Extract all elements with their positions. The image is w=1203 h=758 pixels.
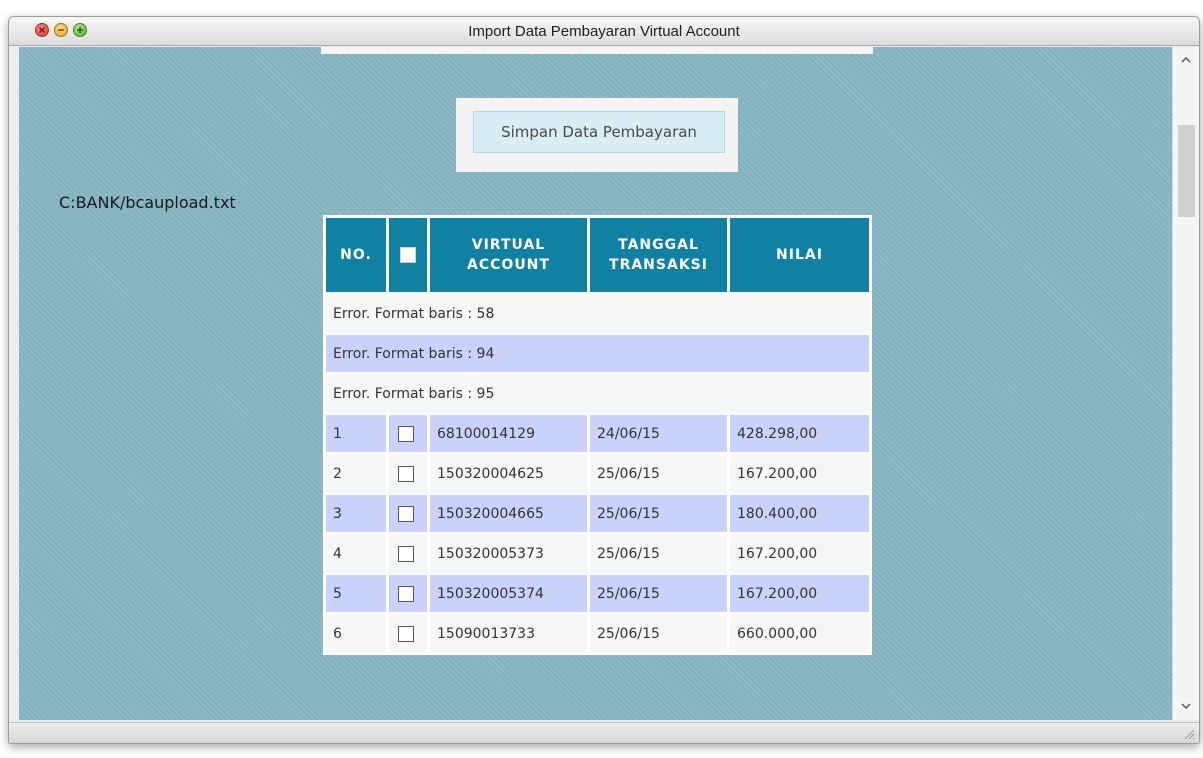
row-amount: 660.000,00 (727, 612, 872, 655)
col-header-nilai: NILAI (727, 215, 872, 295)
error-message: Error. Format baris : 58 (323, 292, 872, 335)
row-date: 25/06/15 (587, 612, 730, 655)
row-checkbox[interactable] (398, 465, 414, 482)
row-select-cell (386, 492, 430, 535)
row-virtual-account: 15090013733 (427, 612, 590, 655)
row-checkbox[interactable] (398, 425, 414, 442)
error-message: Error. Format baris : 94 (323, 332, 872, 375)
row-no: 6 (323, 612, 389, 655)
resize-grip-icon[interactable] (1181, 726, 1195, 740)
row-date: 25/06/15 (587, 452, 730, 495)
row-no: 1 (323, 412, 389, 455)
col-header-virtual-account: VIRTUAL ACCOUNT (427, 215, 590, 295)
save-panel: Simpan Data Pembayaran (456, 98, 738, 172)
col-header-tanggal-line1: TANGGAL (618, 237, 699, 253)
row-amount: 167.200,00 (727, 572, 872, 615)
scrollbar-thumb[interactable] (1178, 125, 1195, 217)
error-message: Error. Format baris : 95 (323, 372, 872, 415)
payment-table: NO. VIRTUAL ACCOUNT TANGGAL TRANSAKSI NI… (323, 215, 872, 655)
table-header-row: NO. VIRTUAL ACCOUNT TANGGAL TRANSAKSI NI… (323, 215, 872, 295)
table-row: 3 150320004665 25/06/15 180.400,00 (323, 492, 872, 535)
title-bar[interactable]: Import Data Pembayaran Virtual Account (9, 17, 1199, 46)
col-header-tanggal: TANGGAL TRANSAKSI (587, 215, 730, 295)
row-virtual-account: 150320004625 (427, 452, 590, 495)
row-checkbox[interactable] (398, 545, 414, 562)
col-header-va-line1: VIRTUAL (471, 237, 546, 253)
row-amount: 167.200,00 (727, 532, 872, 575)
table-row: 2 150320004625 25/06/15 167.200,00 (323, 452, 872, 495)
table-row: 4 150320005373 25/06/15 167.200,00 (323, 532, 872, 575)
error-row: Error. Format baris : 95 (323, 372, 872, 415)
row-no: 2 (323, 452, 389, 495)
content-area: Simpan Data Pembayaran C:BANK/bcaupload.… (19, 47, 1172, 720)
row-date: 24/06/15 (587, 412, 730, 455)
row-no: 5 (323, 572, 389, 615)
row-checkbox[interactable] (398, 585, 414, 602)
row-no: 3 (323, 492, 389, 535)
status-bar (9, 722, 1199, 743)
scroll-down-icon[interactable] (1180, 699, 1192, 712)
row-amount: 180.400,00 (727, 492, 872, 535)
row-date: 25/06/15 (587, 532, 730, 575)
row-no: 4 (323, 532, 389, 575)
save-payment-button[interactable]: Simpan Data Pembayaran (473, 111, 725, 153)
col-header-va-line2: ACCOUNT (467, 257, 550, 273)
row-select-cell (386, 532, 430, 575)
row-amount: 428.298,00 (727, 412, 872, 455)
row-select-cell (386, 572, 430, 615)
row-select-cell (386, 452, 430, 495)
row-select-cell (386, 412, 430, 455)
window-title: Import Data Pembayaran Virtual Account (468, 23, 740, 40)
row-virtual-account: 68100014129 (427, 412, 590, 455)
col-header-tanggal-line2: TRANSAKSI (609, 257, 708, 273)
select-all-checkbox[interactable] (400, 247, 416, 263)
file-path-label: C:BANK/bcaupload.txt (59, 193, 236, 212)
app-window: Import Data Pembayaran Virtual Account S… (8, 16, 1200, 744)
scroll-up-icon[interactable] (1180, 53, 1192, 66)
row-checkbox[interactable] (398, 625, 414, 642)
row-select-cell (386, 612, 430, 655)
vertical-scrollbar[interactable] (1172, 47, 1199, 720)
row-date: 25/06/15 (587, 492, 730, 535)
row-date: 25/06/15 (587, 572, 730, 615)
row-virtual-account: 150320005373 (427, 532, 590, 575)
error-row: Error. Format baris : 94 (323, 332, 872, 375)
row-virtual-account: 150320005374 (427, 572, 590, 615)
table-row: 1 68100014129 24/06/15 428.298,00 (323, 412, 872, 455)
error-row: Error. Format baris : 58 (323, 292, 872, 335)
col-header-select[interactable] (386, 215, 430, 295)
row-virtual-account: 150320004665 (427, 492, 590, 535)
col-header-no: NO. (323, 215, 389, 295)
row-checkbox[interactable] (398, 505, 414, 522)
table-row: 6 15090013733 25/06/15 660.000,00 (323, 612, 872, 655)
row-amount: 167.200,00 (727, 452, 872, 495)
table-row: 5 150320005374 25/06/15 167.200,00 (323, 572, 872, 615)
top-panel-edge (321, 47, 873, 54)
